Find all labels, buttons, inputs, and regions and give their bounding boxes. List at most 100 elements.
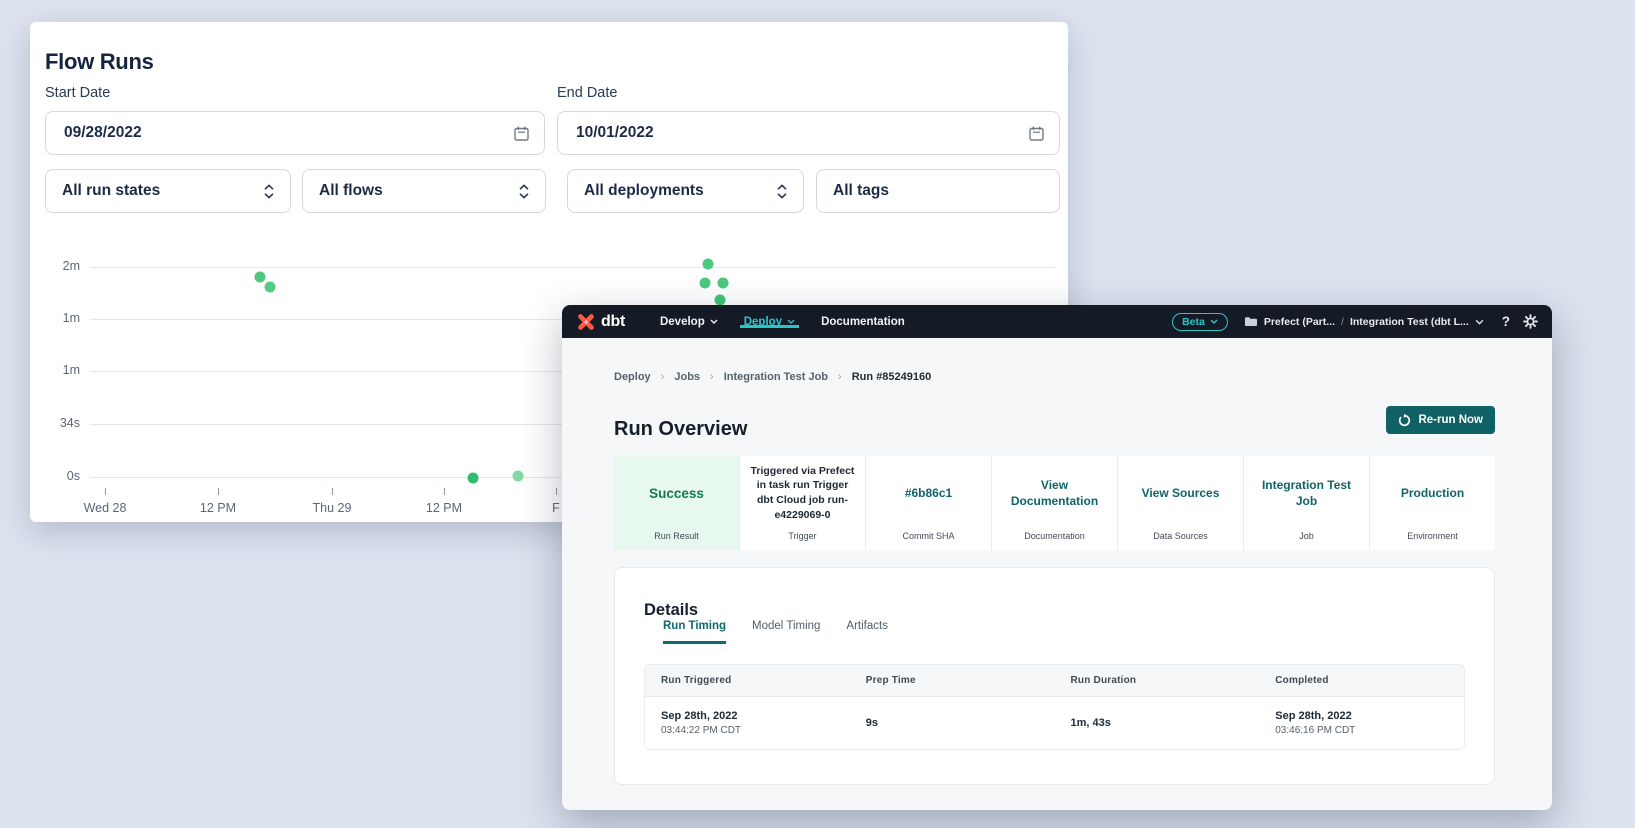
run-states-value: All run states [62, 182, 262, 200]
tags-select[interactable]: All tags [816, 169, 1060, 213]
tags-value: All tags [833, 182, 1045, 200]
flow-run-point[interactable] [703, 259, 714, 270]
flow-run-point[interactable] [255, 272, 266, 283]
calendar-icon[interactable] [513, 125, 530, 142]
calendar-icon[interactable] [1028, 125, 1045, 142]
breadcrumb-run-number: Run #85249160 [852, 371, 932, 383]
environment-label: Environment [1370, 531, 1495, 541]
table-row[interactable]: Sep 28th, 2022 03:44:22 PM CDT 9s 1m, 43… [645, 696, 1464, 749]
details-tabs: Run Timing Model Timing Artifacts [663, 620, 888, 644]
cell-prep-time: 9s [850, 697, 1055, 749]
beta-badge[interactable]: Beta [1172, 313, 1228, 331]
x-axis-tick [218, 488, 219, 495]
y-axis-label: 1m [30, 363, 80, 377]
view-sources-link[interactable]: View Sources [1118, 462, 1243, 524]
run-triggered-date: Sep 28th, 2022 [661, 710, 850, 722]
commit-sha-card: #6b86c1 Commit SHA [865, 456, 991, 550]
deployments-value: All deployments [584, 182, 775, 200]
tab-model-timing[interactable]: Model Timing [752, 620, 820, 644]
updown-chevron-icon [262, 184, 276, 199]
project-name: Prefect (Part... [1264, 316, 1335, 328]
flows-select[interactable]: All flows [302, 169, 546, 213]
view-documentation-link[interactable]: View Documentation [992, 462, 1117, 524]
x-axis-label: Thu 29 [292, 501, 372, 515]
breadcrumb-separator: › [661, 371, 665, 383]
environment-card: Production Environment [1369, 456, 1495, 550]
tab-artifacts[interactable]: Artifacts [846, 620, 888, 644]
breadcrumb-separator: › [838, 371, 842, 383]
prep-time-value: 9s [866, 717, 1055, 729]
x-axis-tick [556, 488, 557, 495]
x-axis-label: 12 PM [178, 501, 258, 515]
flow-run-point[interactable] [265, 282, 276, 293]
nav-item-documentation[interactable]: Documentation [821, 316, 905, 328]
rerun-now-button[interactable]: Re-run Now [1386, 406, 1495, 434]
gear-icon[interactable] [1523, 314, 1538, 329]
column-prep-time: Prep Time [850, 675, 1055, 686]
nav-item-label: Deploy [744, 316, 782, 328]
details-card: Details Run Timing Model Timing Artifact… [614, 567, 1495, 785]
completed-date: Sep 28th, 2022 [1275, 710, 1464, 722]
dbt-logo-x-icon [576, 312, 596, 332]
data-sources-card: View Sources Data Sources [1117, 456, 1243, 550]
chevron-down-icon [1475, 319, 1484, 325]
nav-item-deploy[interactable]: Deploy [744, 316, 795, 328]
timing-table: Run Triggered Prep Time Run Duration Com… [644, 664, 1465, 750]
dbt-logo-text: dbt [601, 313, 625, 331]
cell-run-duration: 1m, 43s [1055, 697, 1260, 749]
breadcrumb: Deploy › Jobs › Integration Test Job › R… [614, 371, 931, 383]
y-axis-label: 2m [30, 259, 80, 273]
run-result-label: Run Result [614, 531, 739, 541]
y-axis-label: 34s [30, 416, 80, 430]
tab-run-timing[interactable]: Run Timing [663, 620, 726, 644]
job-link[interactable]: Integration Test Job [1244, 462, 1369, 524]
dbt-logo[interactable]: dbt [576, 312, 625, 332]
flow-run-point[interactable] [468, 473, 479, 484]
data-sources-label: Data Sources [1118, 531, 1243, 541]
chart-gridline [90, 267, 1055, 268]
help-icon[interactable]: ? [1502, 314, 1510, 329]
column-run-duration: Run Duration [1055, 675, 1260, 686]
run-summary-cards: Success Run Result Triggered via Prefect… [614, 456, 1495, 550]
flow-run-point[interactable] [700, 278, 711, 289]
folder-icon [1244, 316, 1258, 327]
flow-run-point[interactable] [513, 471, 524, 482]
flow-runs-title: Flow Runs [45, 49, 154, 75]
table-header: Run Triggered Prep Time Run Duration Com… [645, 665, 1464, 696]
chevron-down-icon [1210, 319, 1218, 324]
details-title: Details [644, 601, 698, 620]
trigger-label: Trigger [740, 531, 865, 541]
x-axis-tick [444, 488, 445, 495]
dbt-navbar: dbt Develop Deploy Documentation Beta [562, 305, 1552, 338]
chevron-down-icon [710, 319, 718, 324]
y-axis-label: 1m [30, 311, 80, 325]
breadcrumb-deploy[interactable]: Deploy [614, 371, 651, 383]
flow-run-point[interactable] [718, 278, 729, 289]
breadcrumb-integration-test-job[interactable]: Integration Test Job [724, 371, 828, 383]
run-states-select[interactable]: All run states [45, 169, 291, 213]
documentation-card: View Documentation Documentation [991, 456, 1117, 550]
nav-item-develop[interactable]: Develop [660, 316, 718, 328]
trigger-card: Triggered via Prefect in task run Trigge… [739, 456, 865, 550]
breadcrumb-jobs[interactable]: Jobs [674, 371, 700, 383]
flow-run-point[interactable] [715, 295, 726, 306]
column-run-triggered: Run Triggered [645, 675, 850, 686]
rerun-now-label: Re-run Now [1418, 414, 1483, 426]
refresh-icon [1398, 414, 1411, 427]
job-label: Job [1244, 531, 1369, 541]
run-result-card: Success Run Result [614, 456, 739, 550]
nav-item-label: Documentation [821, 316, 905, 328]
commit-sha-label: Commit SHA [866, 531, 991, 541]
project-selector[interactable]: Prefect (Part... / Integration Test (dbt… [1244, 316, 1484, 328]
end-date-input[interactable]: 10/01/2022 [557, 111, 1060, 155]
deployments-select[interactable]: All deployments [567, 169, 804, 213]
cell-completed: Sep 28th, 2022 03:46:16 PM CDT [1259, 697, 1464, 749]
x-axis-label: 12 PM [404, 501, 484, 515]
breadcrumb-separator: › [710, 371, 714, 383]
trigger-value: Triggered via Prefect in task run Trigge… [740, 462, 865, 524]
commit-sha-link[interactable]: #6b86c1 [866, 462, 991, 524]
environment-link[interactable]: Production [1370, 462, 1495, 524]
nav-item-label: Develop [660, 316, 705, 328]
start-date-input[interactable]: 09/28/2022 [45, 111, 545, 155]
run-result-value: Success [614, 462, 739, 524]
